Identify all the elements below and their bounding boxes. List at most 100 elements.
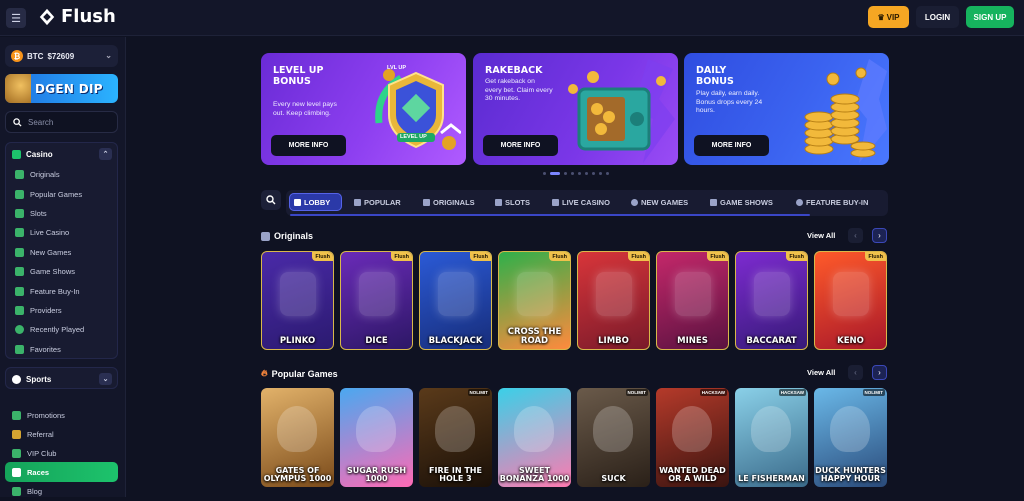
hero-description: Get rakeback on every bet. Claim every 3…: [485, 78, 553, 102]
game-card[interactable]: Flush BACCARAT: [735, 251, 808, 350]
sidebar-item-blog[interactable]: Blog: [5, 482, 118, 501]
chevron-up-icon[interactable]: ⌃: [99, 148, 112, 160]
game-card[interactable]: NOLIMIT FIRE IN THE HOLE 3: [419, 388, 492, 487]
sidebar-item-label: Slots: [30, 208, 47, 218]
tab-label: LOBBY: [304, 197, 331, 207]
tab-scroll-indicator[interactable]: [290, 214, 810, 216]
originals-prev-button[interactable]: ‹: [848, 228, 863, 243]
carousel-dot[interactable]: [564, 172, 567, 175]
game-name: KENO: [837, 335, 864, 346]
game-card[interactable]: NOLIMIT SUCK: [577, 388, 650, 487]
game-card[interactable]: Flush PLINKO: [261, 251, 334, 350]
sidebar-item-promotions[interactable]: Promotions: [5, 406, 118, 425]
game-search-button[interactable]: [261, 190, 281, 210]
tab-new-games[interactable]: NEW GAMES: [626, 193, 693, 211]
sidebar-item-feature-buy-in[interactable]: Feature Buy-In: [6, 281, 117, 300]
carousel-dot[interactable]: [571, 172, 574, 175]
popular-view-all-link[interactable]: View All: [807, 368, 835, 377]
sidebar-item-game-shows[interactable]: Game Shows: [6, 262, 117, 281]
game-art: [517, 272, 553, 316]
sports-section[interactable]: Sports ⌄: [5, 367, 118, 389]
brand-name: Flush: [61, 6, 116, 27]
more-info-button[interactable]: MORE INFO: [694, 135, 769, 156]
search-icon: [266, 195, 276, 205]
sports-header[interactable]: Sports ⌄: [6, 368, 117, 390]
tab-originals[interactable]: ORIGINALS: [418, 193, 480, 211]
game-card[interactable]: Flush DICE: [340, 251, 413, 350]
originals-view-all-link[interactable]: View All: [807, 231, 835, 240]
game-card[interactable]: Flush CROSS THE ROAD: [498, 251, 571, 350]
game-name: DICE: [365, 335, 388, 346]
login-button[interactable]: LOGIN: [916, 6, 959, 28]
chevron-down-icon[interactable]: ⌄: [99, 373, 112, 385]
carousel-dot[interactable]: [585, 172, 588, 175]
sidebar-item-vip-club[interactable]: VIP Club: [5, 444, 118, 463]
hero-card-daily-bonus[interactable]: DAILY BONUS Play daily, earn daily. Bonu…: [684, 53, 889, 165]
game-card[interactable]: HACKSAW WANTED DEAD OR A WILD: [656, 388, 729, 487]
carousel-dot[interactable]: [599, 172, 602, 175]
new-icon: [15, 247, 24, 257]
provider-tag: Flush: [312, 252, 333, 261]
carousel-dots: [543, 172, 609, 175]
game-card[interactable]: Flush KENO: [814, 251, 887, 350]
sidebar-item-originals[interactable]: Originals: [6, 165, 117, 184]
sidebar-item-label: Originals: [30, 170, 60, 180]
game-art: [359, 272, 395, 316]
sidebar-item-slots[interactable]: Slots: [6, 204, 117, 223]
carousel-dot[interactable]: [543, 172, 546, 175]
tab-lobby[interactable]: LOBBY: [289, 193, 342, 211]
carousel-dot[interactable]: [592, 172, 595, 175]
game-card[interactable]: HACKSAW LE FISHERMAN: [735, 388, 808, 487]
game-name: MINES: [677, 335, 708, 346]
badge-bottom-label: LEVEL UP: [400, 134, 427, 140]
carousel-dot[interactable]: [606, 172, 609, 175]
live-icon: [552, 198, 559, 206]
game-card[interactable]: Flush LIMBO: [577, 251, 650, 350]
search-input[interactable]: Search: [5, 111, 118, 133]
sidebar-item-races[interactable]: Races: [5, 462, 118, 482]
provider-tag: NOLIMIT: [625, 389, 648, 396]
carousel-dot[interactable]: [550, 172, 560, 175]
tab-slots[interactable]: SLOTS: [490, 193, 535, 211]
tab-game-shows[interactable]: GAME SHOWS: [705, 193, 778, 211]
spade-logo-icon: [39, 8, 55, 25]
popular-next-button[interactable]: ›: [872, 365, 887, 380]
sidebar-item-favorites[interactable]: Favorites: [6, 340, 117, 359]
game-card[interactable]: SUGAR RUSH 1000: [340, 388, 413, 487]
hero-card-level-up[interactable]: LEVEL UP BONUS Every new level pays out.…: [261, 53, 466, 165]
carousel-dot[interactable]: [578, 172, 581, 175]
promo-banner[interactable]: DGEN DIP: [5, 74, 118, 103]
tab-popular[interactable]: POPULAR: [349, 193, 406, 211]
gift-icon: [12, 411, 21, 420]
vip-button[interactable]: ♛ VIP: [868, 6, 909, 28]
tab-feature-buy-in[interactable]: FEATURE BUY-IN: [791, 193, 873, 211]
game-card[interactable]: GATES OF OLYMPUS 1000: [261, 388, 334, 487]
tab-live-casino[interactable]: LIVE CASINO: [547, 193, 615, 211]
sidebar-item-new-games[interactable]: New Games: [6, 243, 117, 262]
sidebar-item-providers[interactable]: Providers: [6, 301, 117, 320]
sidebar-item-label: VIP Club: [27, 449, 57, 458]
popular-prev-button[interactable]: ‹: [848, 365, 863, 380]
more-info-button[interactable]: MORE INFO: [483, 135, 558, 156]
game-card[interactable]: Flush BLACKJACK: [419, 251, 492, 350]
signup-button[interactable]: SIGN UP: [966, 6, 1014, 28]
buy-icon: [15, 286, 24, 296]
casino-header[interactable]: Casino ⌃: [6, 143, 117, 165]
more-info-button[interactable]: MORE INFO: [271, 135, 346, 156]
hero-card-rakeback[interactable]: RAKEBACK Get rakeback on every bet. Clai…: [473, 53, 678, 165]
game-art: [280, 272, 316, 316]
wallet-selector[interactable]: ₿ BTC $72609 ⌄: [5, 45, 118, 67]
game-card[interactable]: SWEET BONANZA 1000: [498, 388, 571, 487]
sidebar-item-referral[interactable]: Referral: [5, 425, 118, 444]
game-art: [751, 406, 791, 452]
menu-toggle-icon[interactable]: ☰: [6, 8, 26, 28]
game-card[interactable]: NOLIMIT DUCK HUNTERS HAPPY HOUR: [814, 388, 887, 487]
originals-next-button[interactable]: ›: [872, 228, 887, 243]
sidebar-item-recently-played[interactable]: Recently Played: [6, 320, 117, 339]
sidebar-item-live-casino[interactable]: Live Casino: [6, 223, 117, 242]
crown-icon: ♛: [877, 12, 885, 22]
sidebar-item-popular-games[interactable]: Popular Games: [6, 184, 117, 203]
flag-icon: [12, 467, 21, 477]
logo[interactable]: Flush: [38, 6, 116, 27]
game-card[interactable]: Flush MINES: [656, 251, 729, 350]
